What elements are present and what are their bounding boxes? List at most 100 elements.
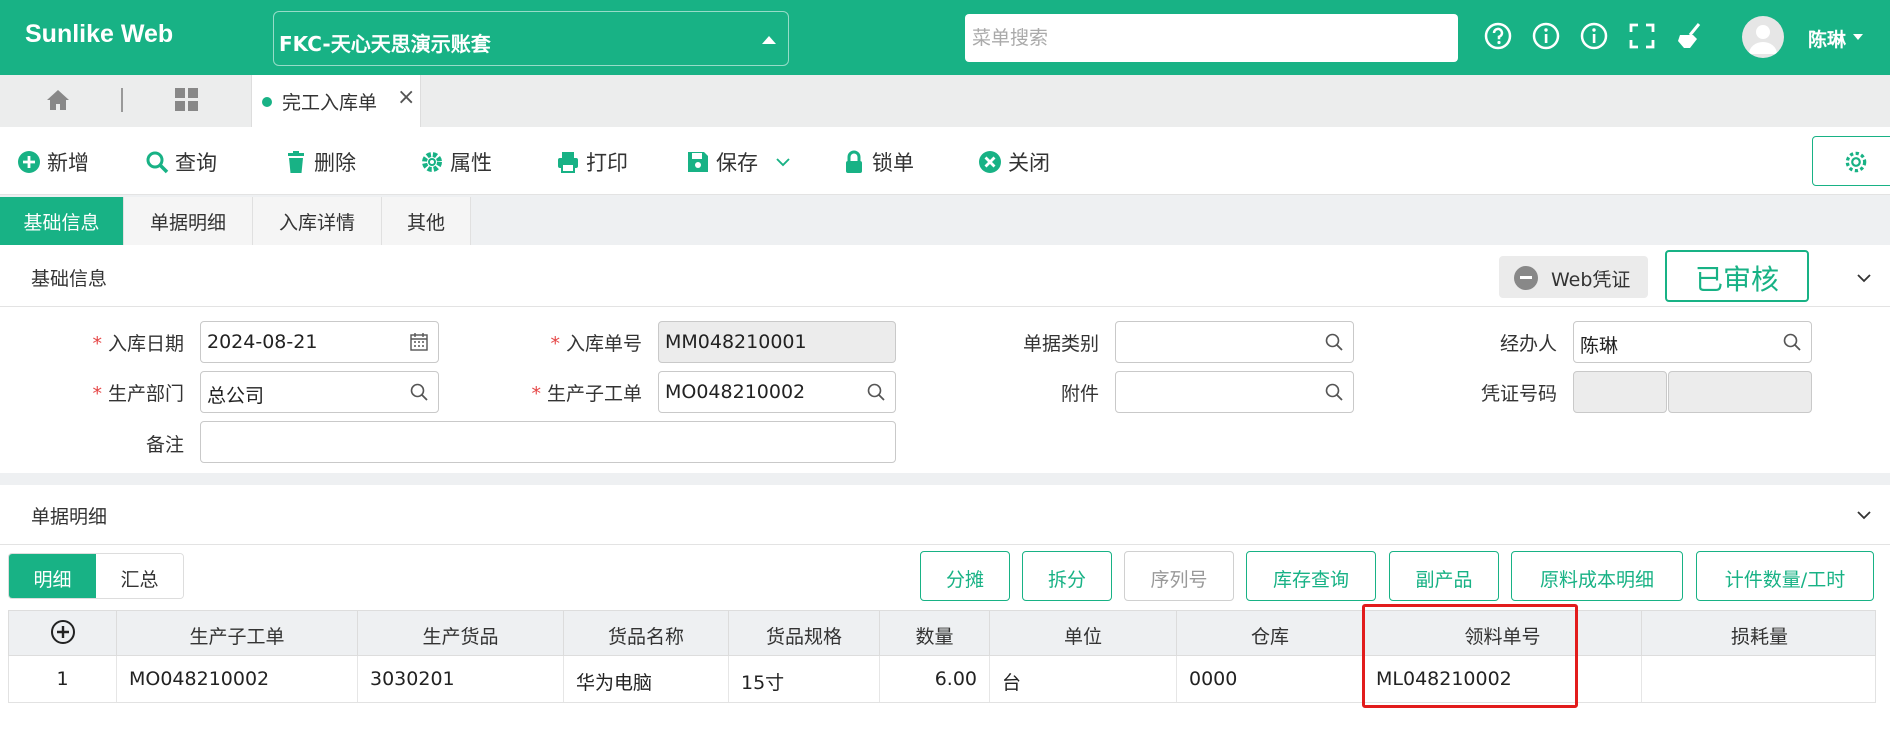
print-button[interactable]: 打印: [556, 147, 628, 177]
grid-header: 生产子工单 生产货品 货品名称 货品规格 数量 单位 仓库 领料单号 损耗量: [8, 610, 1877, 657]
close-button[interactable]: 关闭: [978, 147, 1050, 177]
col-qty[interactable]: 数量: [880, 611, 990, 657]
settings-button[interactable]: [1812, 136, 1890, 186]
properties-label: 属性: [450, 151, 492, 175]
cell-spec[interactable]: 15寸: [729, 656, 880, 702]
remark-label: 备注: [145, 434, 184, 456]
col-spec[interactable]: 货品规格: [729, 611, 880, 657]
brand-logo: Sunlike Web: [25, 20, 174, 48]
col-unit[interactable]: 单位: [990, 611, 1177, 657]
minus-circle-icon: [1514, 266, 1538, 290]
save-label: 保存: [716, 151, 758, 175]
cell-work-order[interactable]: MO048210002: [117, 656, 358, 702]
grid-icon[interactable]: [173, 86, 200, 113]
menu-search-input[interactable]: [965, 14, 1458, 62]
tab-detail[interactable]: 单据明细: [124, 197, 253, 245]
piecework-button[interactable]: 计件数量/工时: [1696, 551, 1874, 601]
tab-completion-receipt[interactable]: 完工入库单 ×: [251, 75, 421, 127]
fullscreen-icon[interactable]: [1627, 21, 1657, 51]
cell-loss[interactable]: [1642, 656, 1877, 702]
cell-qty[interactable]: 6.00: [880, 656, 990, 702]
delete-button[interactable]: 删除: [284, 147, 356, 177]
cell-product[interactable]: 3030201: [358, 656, 564, 702]
avatar[interactable]: [1742, 16, 1784, 58]
search-icon[interactable]: [866, 382, 886, 402]
properties-button[interactable]: 属性: [420, 147, 492, 177]
status-badge: 已审核: [1665, 250, 1809, 302]
account-selector[interactable]: FKC-天心天思演示账套: [273, 11, 789, 66]
chevron-down-icon[interactable]: [1853, 34, 1863, 40]
tab-other[interactable]: 其他: [382, 197, 471, 245]
inventory-query-button[interactable]: 库存查询: [1246, 551, 1376, 601]
tab-receipt-detail[interactable]: 入库详情: [253, 197, 382, 245]
material-cost-detail-button[interactable]: 原料成本明细: [1511, 551, 1683, 601]
print-label: 打印: [586, 151, 628, 175]
work-order-label: * 生产子工单: [531, 383, 642, 405]
help-icon[interactable]: [1483, 21, 1513, 51]
doc-no-label: * 入库单号: [550, 333, 642, 355]
lock-button[interactable]: 锁单: [842, 147, 914, 177]
info-icon[interactable]: [1531, 21, 1561, 51]
gear-icon: [422, 152, 442, 172]
voucher-field-2[interactable]: [1668, 371, 1812, 413]
by-product-button[interactable]: 副产品: [1389, 551, 1499, 601]
col-work-order[interactable]: 生产子工单: [117, 611, 358, 657]
web-voucher-button[interactable]: Web凭证: [1499, 256, 1648, 298]
search-icon[interactable]: [1324, 332, 1344, 352]
handler-field[interactable]: 陈琳: [1573, 321, 1812, 363]
detail-title: 单据明细: [31, 506, 108, 528]
col-warehouse[interactable]: 仓库: [1177, 611, 1364, 657]
search-icon[interactable]: [409, 382, 429, 402]
split-button[interactable]: 拆分: [1022, 551, 1112, 601]
doc-no-field[interactable]: MM048210001: [658, 321, 896, 363]
attachment-label: 附件: [1060, 383, 1099, 405]
dept-field[interactable]: 总公司: [200, 371, 439, 413]
date-field[interactable]: 2024-08-21: [200, 321, 439, 363]
basic-info-title: 基础信息: [31, 268, 108, 290]
calendar-icon[interactable]: [409, 332, 429, 352]
allocate-button[interactable]: 分摊: [920, 551, 1010, 601]
user-name[interactable]: 陈琳: [1808, 25, 1846, 52]
table-row[interactable]: 1 MO048210002 3030201 华为电脑 15寸 6.00 台 00…: [8, 656, 1876, 703]
about-icon[interactable]: [1579, 21, 1609, 51]
category-field[interactable]: [1115, 321, 1354, 363]
home-icon[interactable]: [45, 87, 71, 113]
collapse-chevron-icon[interactable]: [1857, 508, 1871, 522]
tab-detail-view[interactable]: 明细: [9, 554, 96, 598]
add-row-icon[interactable]: [50, 619, 76, 645]
query-button[interactable]: 查询: [145, 147, 217, 177]
attachment-field[interactable]: [1115, 371, 1354, 413]
web-voucher-label: Web凭证: [1551, 269, 1631, 291]
trash-icon: [288, 151, 304, 173]
highlight-box: [1362, 604, 1578, 708]
save-icon: [688, 152, 708, 172]
search-icon[interactable]: [1782, 332, 1802, 352]
search-icon[interactable]: [1324, 382, 1344, 402]
detail-header: [0, 485, 1890, 545]
cell-unit[interactable]: 台: [990, 656, 1177, 702]
save-button[interactable]: 保存: [686, 147, 792, 177]
divider: [121, 88, 123, 112]
new-label: 新增: [47, 151, 89, 175]
search-icon: [146, 151, 169, 174]
cell-warehouse[interactable]: 0000: [1177, 656, 1364, 702]
view-tabs: 明细 汇总: [8, 553, 184, 599]
close-tab-icon[interactable]: ×: [397, 85, 415, 110]
new-button[interactable]: 新增: [17, 147, 89, 177]
col-name[interactable]: 货品名称: [564, 611, 729, 657]
col-product[interactable]: 生产货品: [358, 611, 564, 657]
chevron-down-icon[interactable]: [774, 153, 792, 171]
clear-cache-icon[interactable]: [1675, 21, 1705, 51]
gear-icon: [1845, 151, 1867, 173]
serial-number-button[interactable]: 序列号: [1124, 551, 1234, 601]
col-loss[interactable]: 损耗量: [1642, 611, 1877, 657]
cell-name[interactable]: 华为电脑: [564, 656, 729, 702]
tab-summary-view[interactable]: 汇总: [96, 554, 183, 598]
voucher-field-1[interactable]: [1573, 371, 1667, 413]
add-row-cell[interactable]: [9, 611, 117, 657]
plus-circle-icon: [18, 151, 40, 173]
remark-field[interactable]: [200, 421, 896, 463]
work-order-field[interactable]: MO048210002: [658, 371, 896, 413]
collapse-chevron-icon[interactable]: [1857, 271, 1871, 285]
tab-basic-info[interactable]: 基础信息: [0, 197, 124, 245]
